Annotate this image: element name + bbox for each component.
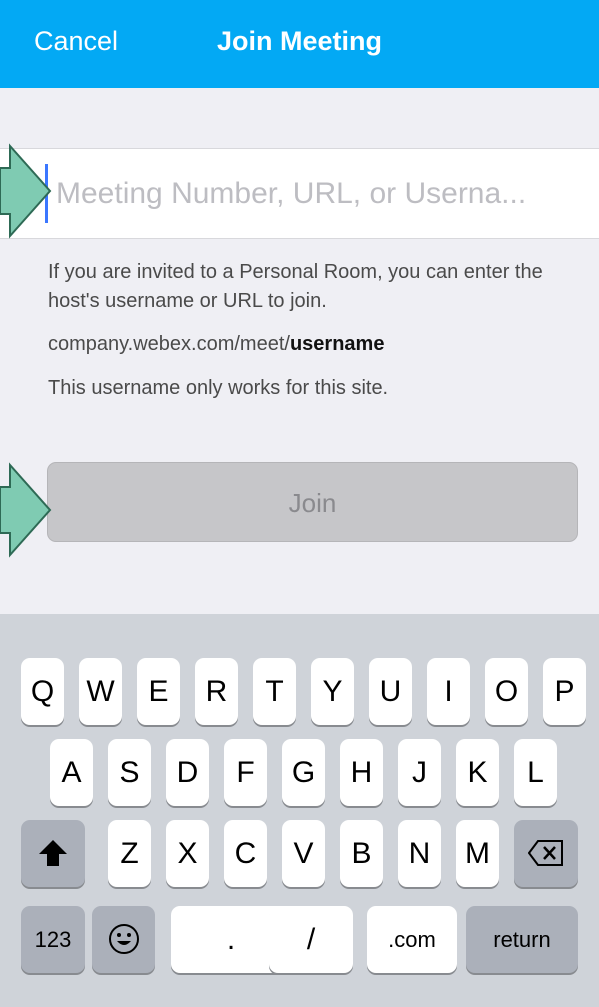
personal-room-help-text: If you are invited to a Personal Room, y… (48, 261, 543, 312)
navigation-bar: Cancel Join Meeting (0, 0, 599, 88)
shift-icon (39, 840, 67, 866)
key-t[interactable]: T (253, 658, 296, 725)
key-u[interactable]: U (369, 658, 412, 725)
key-b[interactable]: B (340, 820, 383, 887)
key-dotcom[interactable]: .com (367, 906, 457, 973)
example-url-prefix: company.webex.com/meet/ (48, 333, 290, 355)
meeting-number-input[interactable] (48, 149, 588, 238)
key-n[interactable]: N (398, 820, 441, 887)
key-p[interactable]: P (543, 658, 586, 725)
cancel-button[interactable]: Cancel (34, 26, 118, 57)
key-d[interactable]: D (166, 739, 209, 806)
key-o[interactable]: O (485, 658, 528, 725)
emoji-key[interactable] (92, 906, 155, 973)
site-note: This username only works for this site. (48, 377, 389, 399)
key-k[interactable]: K (456, 739, 499, 806)
backspace-key[interactable] (514, 820, 578, 887)
key-x[interactable]: X (166, 820, 209, 887)
key-a[interactable]: A (50, 739, 93, 806)
emoji-icon (108, 924, 139, 954)
key-g[interactable]: G (282, 739, 325, 806)
key-j[interactable]: J (398, 739, 441, 806)
join-button[interactable]: Join (47, 462, 578, 542)
key-y[interactable]: Y (311, 658, 354, 725)
page-title: Join Meeting (217, 26, 383, 56)
key-w[interactable]: W (79, 658, 122, 725)
key-r[interactable]: R (195, 658, 238, 725)
return-key[interactable]: return (466, 906, 578, 973)
key-l[interactable]: L (514, 739, 557, 806)
key-slash[interactable]: / (269, 906, 353, 973)
key-i[interactable]: I (427, 658, 470, 725)
backspace-icon (527, 840, 563, 866)
key-s[interactable]: S (108, 739, 151, 806)
key-q[interactable]: Q (21, 658, 64, 725)
example-url: company.webex.com/meet/username (48, 330, 384, 359)
meeting-input-row (0, 148, 599, 239)
key-m[interactable]: M (456, 820, 499, 887)
key-e[interactable]: E (137, 658, 180, 725)
annotation-arrow-icon (0, 462, 52, 558)
annotation-arrow-icon (0, 143, 52, 239)
key-f[interactable]: F (224, 739, 267, 806)
key-h[interactable]: H (340, 739, 383, 806)
example-url-username: username (289, 333, 385, 355)
key-c[interactable]: C (224, 820, 267, 887)
keyboard: Q W E R T Y U I O P A S D F G H J K L Z … (0, 614, 599, 1007)
shift-key[interactable] (21, 820, 85, 887)
numbers-key[interactable]: 123 (21, 906, 85, 973)
key-z[interactable]: Z (108, 820, 151, 887)
key-v[interactable]: V (282, 820, 325, 887)
